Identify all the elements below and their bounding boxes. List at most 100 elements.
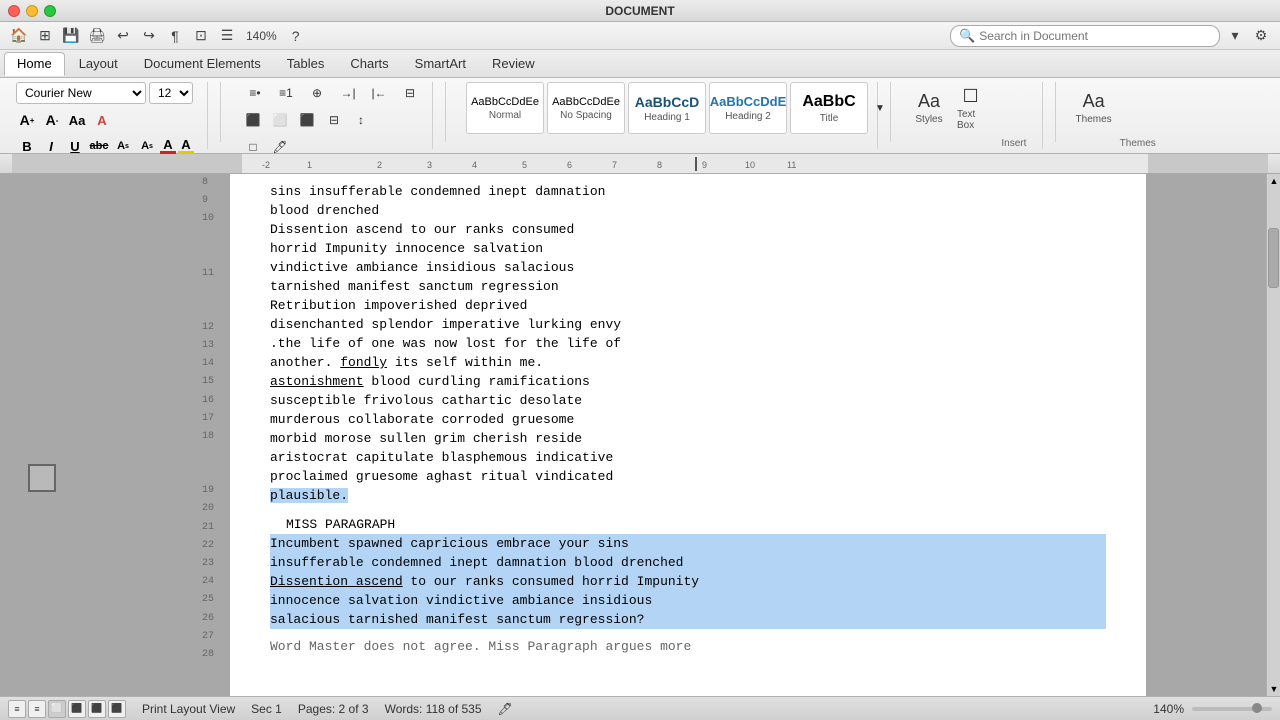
search-input[interactable] (979, 29, 1211, 43)
styles-scroll-down-btn[interactable]: ▼ (871, 82, 889, 134)
ribbon-group-insert: Aa Styles ☐ Text Box Insert (903, 82, 1043, 149)
outline-view-btn[interactable]: ≡ (28, 700, 46, 718)
maximize-button[interactable] (44, 5, 56, 17)
text-line-9: .the life of one was now lost for the li… (270, 336, 621, 351)
separator-3 (890, 82, 891, 142)
word-master-section: Word Master does not agree. Miss Paragra… (270, 637, 1106, 656)
settings-icon[interactable]: ⚙ (1250, 25, 1272, 47)
cursor-indicator (28, 464, 56, 492)
scrollbar-thumb[interactable] (1268, 228, 1279, 288)
style-normal[interactable]: AaBbCcDdEe Normal (466, 82, 544, 134)
text-line-13: murderous collaborate corroded gruesome (270, 412, 574, 427)
outline-btn[interactable]: ⊕ (303, 82, 331, 104)
numbering-btn[interactable]: ≡1 (272, 82, 300, 104)
doc-paragraph-1: sins insufferable condemned inept damnat… (270, 182, 1106, 505)
font-grow-btn[interactable]: A+ (16, 109, 38, 131)
format-icon[interactable]: ⊡ (190, 25, 212, 47)
style-heading2[interactable]: AaBbCcDdE Heading 2 (709, 82, 787, 134)
web-view-btn[interactable]: ⬛ (108, 700, 126, 718)
grid-icon[interactable]: ⊞ (34, 25, 56, 47)
clear-format-btn[interactable]: A (91, 109, 113, 131)
zoom-pct-btn[interactable]: 140% (242, 25, 281, 47)
svg-text:9: 9 (702, 160, 707, 170)
words-label: Words: 118 of 535 (385, 702, 482, 716)
para-spacer (270, 505, 1106, 515)
tab-layout[interactable]: Layout (67, 52, 130, 76)
font-size-select[interactable]: 12 10 14 16 (149, 82, 193, 104)
pages-label: Pages: 2 of 3 (298, 702, 369, 716)
zoom-thumb[interactable] (1252, 703, 1262, 713)
highlight-color-btn[interactable]: A (178, 138, 194, 154)
tab-document-elements[interactable]: Document Elements (132, 52, 273, 76)
zoom-slider[interactable] (1192, 707, 1272, 711)
style-no-spacing[interactable]: AaBbCcDdEe No Spacing (547, 82, 625, 134)
style-heading1[interactable]: AaBbCcD Heading 1 (628, 82, 706, 134)
plausible-text: plausible. (270, 488, 348, 503)
miss-para-line-3: Dissention ascend to our ranks consumed … (270, 574, 699, 589)
align-left-btn[interactable]: ⬛ (241, 109, 265, 131)
close-button[interactable] (8, 5, 20, 17)
justify-btn[interactable]: ⊟ (322, 109, 346, 131)
svg-text:2: 2 (377, 160, 382, 170)
home-icon[interactable]: 🏠 (8, 25, 30, 47)
status-left: ≡ ≡ ⬜ ⬛ ⬛ ⬛ Print Layout View Sec 1 Page… (8, 700, 513, 718)
scroll-down-btn[interactable]: ▼ (1267, 682, 1280, 696)
tab-home[interactable]: Home (4, 52, 65, 76)
layout-view-btn[interactable]: ⬜ (48, 700, 66, 718)
svg-text:4: 4 (472, 160, 477, 170)
columns-btn[interactable]: ⊟ (396, 82, 424, 104)
text-box-btn[interactable]: ☐ Text Box (951, 82, 990, 134)
align-center-btn[interactable]: ⬜ (268, 109, 292, 131)
tab-smartart[interactable]: SmartArt (403, 52, 478, 76)
font-color-btn[interactable]: A (160, 138, 176, 154)
zoom-percent: 140% (1153, 702, 1184, 716)
bullet-list-icon[interactable]: ☰ (216, 25, 238, 47)
svg-text:1: 1 (307, 160, 312, 170)
line-spacing-btn[interactable]: ↕ (349, 109, 373, 131)
focus-view-btn[interactable]: ⬛ (88, 700, 106, 718)
page-view-btn[interactable]: ⬛ (68, 700, 86, 718)
ribbon-group-themes: Aa Themes Themes (1068, 82, 1170, 149)
minimize-button[interactable] (26, 5, 38, 17)
svg-text:3: 3 (427, 160, 432, 170)
status-right: 140% (1153, 702, 1272, 716)
ribbon-group-font: Courier New Arial Times New Roman 12 10 … (8, 82, 208, 149)
save-icon[interactable]: 💾 (60, 25, 82, 47)
style-title[interactable]: AaBbC Title (790, 82, 868, 134)
print-icon[interactable]: 🖨 (86, 25, 108, 47)
themes-btn[interactable]: Aa Themes (1076, 82, 1112, 134)
font-family-select[interactable]: Courier New Arial Times New Roman (16, 82, 146, 104)
astonishment-text: astonishment (270, 374, 364, 389)
search-bar[interactable]: 🔍 (950, 25, 1220, 47)
scroll-up-btn[interactable]: ▲ (1267, 174, 1280, 188)
text-line-17: plausible. (270, 488, 348, 503)
miss-para-title: MISS PARAGRAPH (286, 517, 395, 532)
font-shrink-btn[interactable]: A- (41, 109, 63, 131)
fondly-text: fondly (340, 355, 387, 370)
tab-charts[interactable]: Charts (338, 52, 400, 76)
document-area[interactable]: sins insufferable condemned inept damnat… (230, 174, 1146, 696)
miss-paragraph-section: MISS PARAGRAPH Incumbent spawned caprici… (270, 515, 1106, 629)
tab-review[interactable]: Review (480, 52, 547, 76)
word-master-text: Word Master does not agree. Miss Paragra… (270, 639, 691, 654)
insert-expand-btn[interactable]: Aa Styles (911, 82, 947, 134)
paragraph-marks-icon[interactable]: ¶ (164, 25, 186, 47)
text-line-16: proclaimed gruesome aghast ritual vindic… (270, 469, 613, 484)
decrease-indent-btn[interactable]: |← (365, 82, 393, 104)
bullets-btn[interactable]: ≡• (241, 82, 269, 104)
normal-view-btn[interactable]: ≡ (8, 700, 26, 718)
para-row2: ⬛ ⬜ ⬛ ⊟ ↕ (241, 109, 373, 131)
align-right-btn[interactable]: ⬛ (295, 109, 319, 131)
title-bar: DOCUMENT (0, 0, 1280, 22)
vertical-scrollbar[interactable]: ▲ ▼ (1266, 174, 1280, 696)
quick-toolbar: 🏠 ⊞ 💾 🖨 ↩ ↪ ¶ ⊡ ☰ 140% ? 🔍 ▾ ⚙ (0, 22, 1280, 50)
para-row1: ≡• ≡1 ⊕ →| |← ⊟ (241, 82, 424, 104)
collapse-ribbon-btn[interactable]: ▾ (1224, 25, 1246, 47)
text-line-4: horrid Impunity innocence salvation (270, 241, 543, 256)
increase-indent-btn[interactable]: →| (334, 82, 362, 104)
redo-icon[interactable]: ↪ (138, 25, 160, 47)
font-case-btn[interactable]: Aa (66, 109, 88, 131)
help-icon[interactable]: ? (285, 25, 307, 47)
tab-tables[interactable]: Tables (275, 52, 337, 76)
undo-icon[interactable]: ↩ (112, 25, 134, 47)
